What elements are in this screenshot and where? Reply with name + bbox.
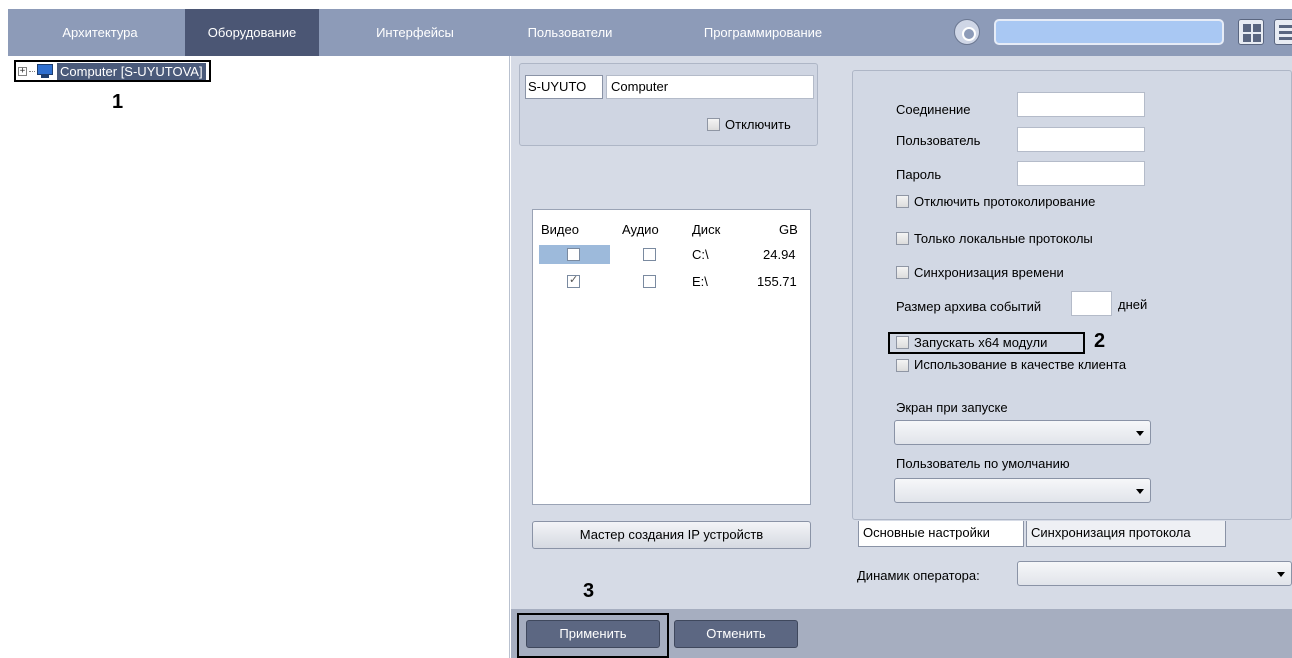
computer-name-field[interactable]: Computer <box>606 75 814 99</box>
menu-icon[interactable] <box>1274 19 1292 45</box>
ip-wizard-button[interactable]: Мастер создания IP устройств <box>532 521 811 549</box>
default-user-label: Пользователь по умолчанию <box>896 456 1070 471</box>
disks-table: Видео Аудио Диск GB C:\ 24.94 E:\ 155.71 <box>532 209 811 505</box>
startup-screen-select[interactable] <box>894 420 1151 445</box>
search-input[interactable] <box>994 19 1224 45</box>
object-tree-panel: + Computer [S-UYUTOVA] 1 <box>8 56 510 658</box>
gb-cell-row-1: 24.94 <box>763 247 796 262</box>
disk-cell-row-2: E:\ <box>692 274 708 289</box>
table-header-gb[interactable]: GB <box>779 222 798 237</box>
disable-logging-label: Отключить протоколирование <box>914 194 1096 209</box>
password-label: Пароль <box>896 167 942 182</box>
tab-equipment[interactable]: Оборудование <box>185 9 319 56</box>
tab-protocol-sync[interactable]: Синхронизация протокола <box>1026 521 1226 547</box>
default-user-select[interactable] <box>894 478 1151 503</box>
tab-architecture[interactable]: Архитектура <box>20 9 180 56</box>
chevron-down-icon <box>1136 431 1144 436</box>
tree-node-computer[interactable]: + Computer [S-UYUTOVA] <box>14 60 211 82</box>
monitor-icon <box>37 64 53 78</box>
callout-marker-1: 1 <box>112 91 124 113</box>
user-label: Пользователь <box>896 133 981 148</box>
table-header-audio[interactable]: Аудио <box>622 222 659 237</box>
table-header-disk[interactable]: Диск <box>692 222 720 237</box>
audio-checkbox-row-1[interactable] <box>643 248 656 261</box>
disable-checkbox[interactable] <box>707 118 720 131</box>
disable-label: Отключить <box>725 117 791 132</box>
x64-modules-checkbox[interactable] <box>896 336 909 349</box>
connection-label: Соединение <box>896 102 971 117</box>
audio-checkbox-row-2[interactable] <box>643 275 656 288</box>
chevron-down-icon <box>1136 489 1144 494</box>
time-sync-label: Синхронизация времени <box>914 265 1064 280</box>
callout-marker-2: 2 <box>1094 330 1106 352</box>
password-field[interactable] <box>1017 161 1145 186</box>
computer-id-field[interactable]: S-UYUTO <box>525 75 603 99</box>
tab-interfaces[interactable]: Интерфейсы <box>335 9 495 56</box>
video-checkbox-row-2[interactable] <box>567 273 580 288</box>
table-header-video[interactable]: Видео <box>541 222 579 237</box>
cancel-button[interactable]: Отменить <box>674 620 798 648</box>
chevron-down-icon <box>1277 572 1285 577</box>
startup-screen-label: Экран при запуске <box>896 400 1008 415</box>
speaker-label: Динамик оператора: <box>857 568 980 583</box>
tab-users[interactable]: Пользователи <box>518 9 622 56</box>
grid-view-icon[interactable] <box>1238 19 1264 45</box>
video-checkbox-row-1[interactable] <box>567 248 580 261</box>
client-mode-checkbox[interactable] <box>896 359 909 372</box>
tab-main-settings[interactable]: Основные настройки <box>858 521 1024 547</box>
disable-logging-checkbox[interactable] <box>896 195 909 208</box>
apply-button[interactable]: Применить <box>526 620 660 648</box>
expand-icon[interactable]: + <box>18 66 27 76</box>
archive-size-field[interactable] <box>1071 291 1112 316</box>
days-label: дней <box>1118 297 1148 312</box>
gear-icon[interactable] <box>954 19 980 45</box>
callout-marker-3: 3 <box>583 580 595 602</box>
disk-cell-row-1: C:\ <box>692 247 709 262</box>
local-logs-label: Только локальные протоколы <box>914 231 1093 246</box>
tab-programming[interactable]: Программирование <box>678 9 848 56</box>
speaker-select[interactable] <box>1017 561 1292 586</box>
client-mode-label: Использование в качестве клиента <box>914 357 1127 372</box>
tree-node-label: Computer [S-UYUTOVA] <box>57 62 206 80</box>
tree-connector <box>29 70 35 72</box>
gb-cell-row-2: 155.71 <box>757 274 797 289</box>
archive-size-label: Размер архива событий <box>896 299 1042 314</box>
time-sync-checkbox[interactable] <box>896 266 909 279</box>
x64-modules-label: Запускать x64 модули <box>914 335 1048 350</box>
top-navigation-bar: Архитектура Оборудование Интерфейсы Поль… <box>8 9 1292 56</box>
local-logs-checkbox[interactable] <box>896 232 909 245</box>
user-field[interactable] <box>1017 127 1145 152</box>
connection-field[interactable] <box>1017 92 1145 117</box>
